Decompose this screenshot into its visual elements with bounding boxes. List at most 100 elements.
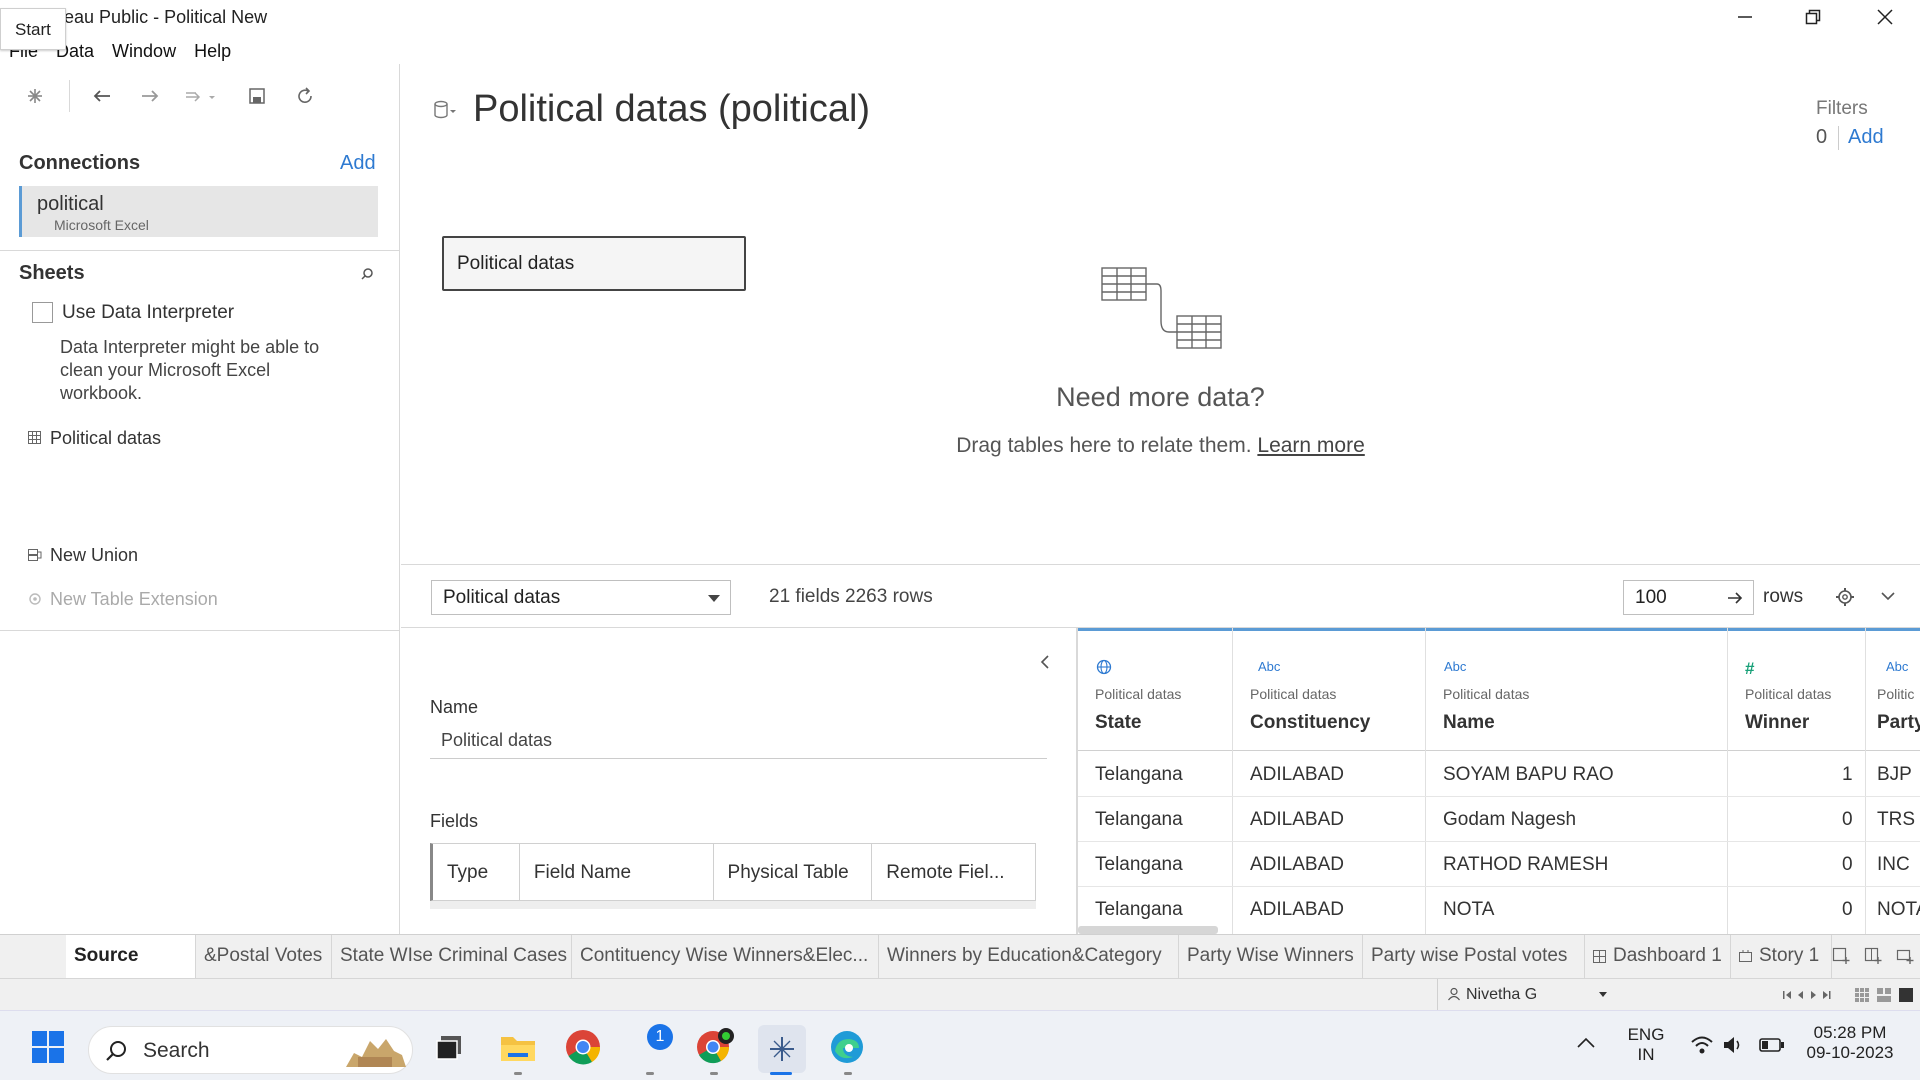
string-type-icon[interactable]: Abc [1886, 659, 1908, 674]
sheet-navigation-icon[interactable] [1783, 989, 1835, 1001]
grid-cell[interactable]: NOTA [1877, 899, 1920, 921]
filmstrip-view-icon[interactable] [1877, 988, 1891, 1002]
grid-cell[interactable]: Telangana [1095, 854, 1183, 876]
grid-view-icon[interactable] [1855, 988, 1869, 1002]
grid-cell[interactable]: 0 [1842, 899, 1853, 921]
number-type-icon[interactable]: # [1745, 659, 1754, 679]
tableau-taskbar-icon[interactable] [758, 1025, 806, 1073]
tab-postal-votes[interactable]: &Postal Votes [196, 935, 332, 979]
menu-window[interactable]: Window [103, 38, 185, 64]
forward-arrow-icon[interactable] [138, 84, 162, 108]
windows-start-icon[interactable] [26, 1025, 70, 1069]
new-dashboard-icon[interactable] [1864, 947, 1882, 965]
task-view-icon[interactable] [427, 1025, 471, 1069]
volume-icon[interactable] [1722, 1035, 1744, 1055]
wifi-icon[interactable] [1690, 1035, 1714, 1055]
collapse-left-icon[interactable] [1039, 654, 1051, 670]
string-type-icon[interactable]: Abc [1258, 659, 1280, 674]
column-header[interactable]: Abc Politic Party [1866, 628, 1920, 751]
grid-cell[interactable]: ADILABAD [1250, 764, 1344, 786]
string-type-icon[interactable]: Abc [1444, 659, 1466, 674]
column-name[interactable]: Party [1877, 712, 1920, 734]
tab-story-1[interactable]: Story 1 [1731, 935, 1832, 979]
tab-dashboard-1[interactable]: Dashboard 1 [1585, 935, 1731, 979]
table-select[interactable]: Political datas [431, 580, 731, 615]
grid-cell[interactable]: RATHOD RAMESH [1443, 854, 1608, 876]
taskbar-search[interactable]: Search [88, 1026, 413, 1074]
add-connection-link[interactable]: Add [340, 152, 376, 175]
grid-cell[interactable]: TRS [1877, 809, 1915, 831]
refresh-icon[interactable] [293, 84, 317, 108]
grid-cell[interactable]: 1 [1842, 764, 1853, 786]
grid-cell[interactable]: ADILABAD [1250, 899, 1344, 921]
grid-cell[interactable]: 0 [1842, 854, 1853, 876]
tab-winners-education[interactable]: Winners by Education&Category [879, 935, 1179, 979]
fields-scrollbar[interactable] [430, 901, 1036, 909]
grid-cell[interactable]: Telangana [1095, 764, 1183, 786]
new-story-icon[interactable] [1896, 947, 1914, 965]
column-name[interactable]: Winner [1745, 712, 1809, 734]
restore-button[interactable] [1778, 0, 1848, 34]
tab-constituency-winners[interactable]: Contituency Wise Winners&Elec... [572, 935, 879, 979]
tabs-view-icon[interactable] [1899, 988, 1913, 1002]
relationship-canvas[interactable]: Political datas (political) Filters 0 Ad… [401, 64, 1920, 564]
col-header-physical-table[interactable]: Physical Table [714, 844, 873, 900]
chrome-profile-icon[interactable] [693, 1025, 737, 1069]
minimize-button[interactable] [1710, 0, 1780, 34]
col-header-field-name[interactable]: Field Name [520, 844, 714, 900]
datasource-icon[interactable] [433, 100, 457, 120]
grid-cell[interactable]: NOTA [1443, 899, 1494, 921]
tab-party-postal-votes[interactable]: Party wise Postal votes [1363, 935, 1585, 979]
add-filter-link[interactable]: Add [1848, 126, 1884, 149]
learn-more-link[interactable]: Learn more [1257, 434, 1364, 457]
language-indicator[interactable]: ENG IN [1624, 1025, 1668, 1065]
column-name[interactable]: State [1095, 712, 1141, 734]
rows-input[interactable]: 100 [1623, 580, 1754, 615]
start-tooltip-button[interactable]: Start [0, 8, 66, 50]
grid-horizontal-scrollbar[interactable] [1078, 926, 1218, 934]
column-header[interactable]: Political datas State [1078, 628, 1232, 751]
tab-state-criminal-cases[interactable]: State WIse Criminal Cases [332, 935, 572, 979]
file-explorer-icon[interactable] [496, 1025, 540, 1069]
grid-cell[interactable]: ADILABAD [1250, 854, 1344, 876]
grid-cell[interactable]: 0 [1842, 809, 1853, 831]
col-header-type[interactable]: Type [433, 844, 520, 900]
column-header[interactable]: Abc Political datas Name [1426, 628, 1727, 751]
column-header[interactable]: # Political datas Winner [1728, 628, 1865, 751]
redirect-icon[interactable] [183, 84, 219, 108]
tableau-home-icon[interactable] [23, 84, 47, 108]
column-name[interactable]: Constituency [1250, 712, 1370, 734]
notification-app-icon[interactable]: 1 [638, 1024, 682, 1069]
save-icon[interactable] [245, 84, 269, 108]
col-header-remote-field[interactable]: Remote Fiel... [872, 844, 1035, 900]
column-header[interactable]: Abc Political datas Constituency [1233, 628, 1425, 751]
globe-icon[interactable] [1096, 659, 1112, 675]
name-value[interactable]: Political datas [441, 730, 552, 751]
tab-data-source[interactable]: Source [66, 935, 196, 979]
use-interpreter-checkbox[interactable] [32, 302, 53, 323]
tab-party-wise-winners[interactable]: Party Wise Winners [1179, 935, 1363, 979]
grid-cell[interactable]: BJP [1877, 764, 1912, 786]
menu-help[interactable]: Help [185, 38, 240, 64]
chrome-icon[interactable] [561, 1025, 605, 1069]
logical-table-box[interactable]: Political datas [442, 236, 746, 291]
gear-icon[interactable] [1835, 587, 1855, 607]
grid-cell[interactable]: INC [1877, 854, 1910, 876]
grid-cell[interactable]: ADILABAD [1250, 809, 1344, 831]
arrow-right-icon[interactable] [1727, 591, 1743, 605]
grid-cell[interactable]: Telangana [1095, 899, 1183, 921]
grid-cell[interactable]: Telangana [1095, 809, 1183, 831]
edge-icon[interactable] [825, 1025, 869, 1069]
clock[interactable]: 05:28 PM 09-10-2023 [1800, 1023, 1900, 1063]
collapse-chevron-icon[interactable] [1880, 590, 1896, 602]
new-table-extension-link[interactable]: New Table Extension [50, 589, 218, 610]
new-worksheet-icon[interactable] [1832, 947, 1850, 965]
user-select[interactable]: Nivetha G [1437, 979, 1617, 1011]
grid-cell[interactable]: Godam Nagesh [1443, 809, 1576, 831]
sheet-search-icon[interactable] [360, 267, 374, 281]
column-name[interactable]: Name [1443, 712, 1495, 734]
connection-item[interactable]: political Microsoft Excel [19, 186, 378, 237]
datasource-title[interactable]: Political datas (political) [473, 88, 870, 131]
battery-icon[interactable] [1759, 1037, 1785, 1053]
back-arrow-icon[interactable] [90, 84, 114, 108]
